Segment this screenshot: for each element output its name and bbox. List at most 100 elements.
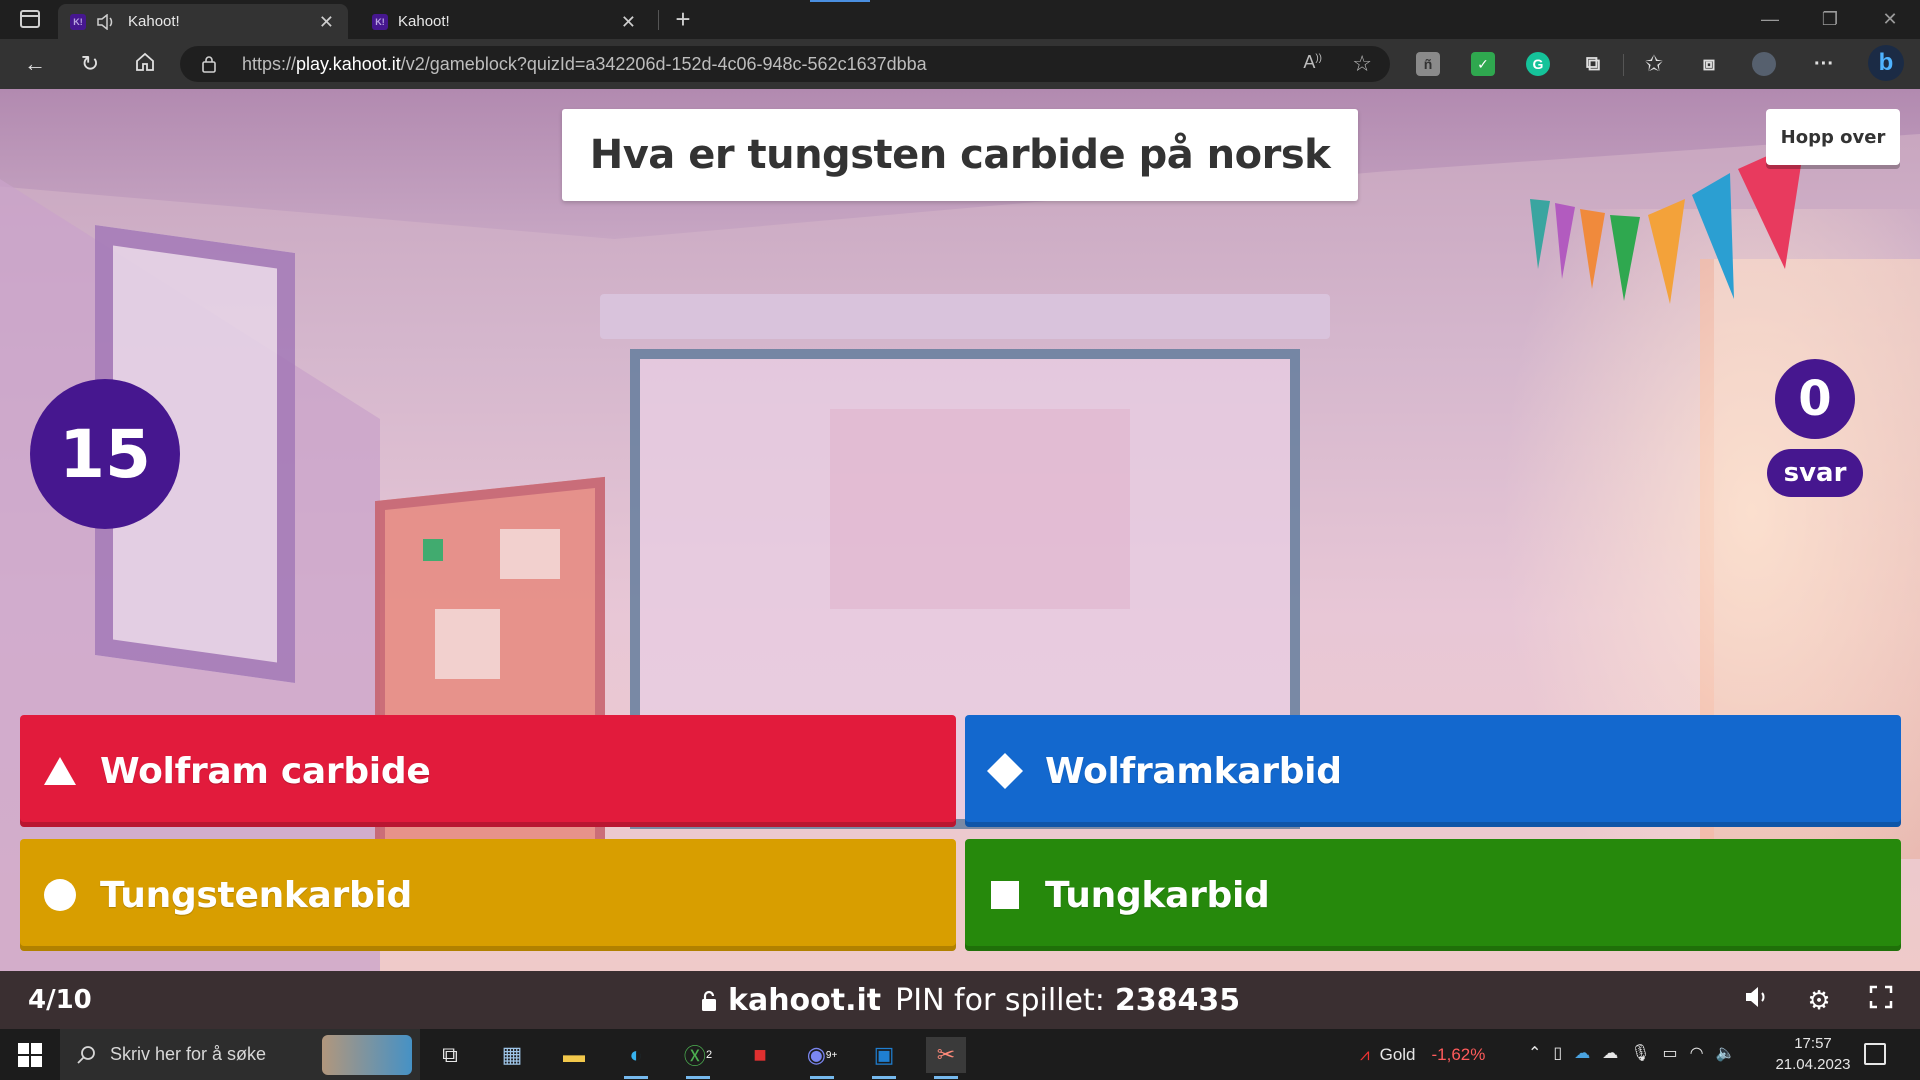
- taskbar-clock[interactable]: 17:57 21.04.2023: [1768, 1033, 1858, 1075]
- search-icon: [77, 1045, 95, 1064]
- tab-title: Kahoot!: [398, 13, 450, 30]
- onedrive-icon[interactable]: ☁: [1574, 1043, 1590, 1063]
- discord-icon[interactable]: ◉ 9+: [802, 1037, 842, 1079]
- minimize-icon[interactable]: —: [1740, 0, 1800, 39]
- answer-label: Wolfram carbide: [100, 750, 431, 792]
- game-stage: Hva er tungsten carbide på norsk Hopp ov…: [0, 89, 1920, 971]
- collections-icon[interactable]: ⧈: [1697, 52, 1721, 76]
- site-name: kahoot.it: [728, 983, 882, 1018]
- fullscreen-icon[interactable]: [1866, 985, 1896, 1015]
- kahoot-favicon-icon: K!: [372, 13, 388, 30]
- address-bar[interactable]: https://play.kahoot.it/v2/gameblock?quiz…: [180, 46, 1390, 82]
- question-text: Hva er tungsten carbide på norsk: [589, 132, 1331, 178]
- app-icon[interactable]: ▦: [492, 1037, 532, 1073]
- stock-trend-icon: ⩘: [1360, 1044, 1370, 1064]
- favorites-icon[interactable]: ✩: [1642, 51, 1666, 76]
- answer-label: Wolframkarbid: [1045, 750, 1342, 792]
- answer-option-circle[interactable]: Tungstenkarbid: [20, 839, 956, 951]
- close-tab-icon[interactable]: ✕: [319, 12, 334, 33]
- outlook-icon[interactable]: ▣: [864, 1037, 904, 1079]
- background-board-top: [600, 294, 1330, 339]
- answer-option-diamond[interactable]: Wolframkarbid: [965, 715, 1901, 827]
- extensions-puzzle-icon[interactable]: ⧉: [1581, 52, 1605, 76]
- lock-icon[interactable]: [202, 55, 216, 73]
- home-icon[interactable]: [132, 51, 158, 77]
- background-note: [423, 539, 443, 561]
- onedrive-error-icon[interactable]: ☁: [1602, 1043, 1618, 1063]
- stock-name: Gold: [1379, 1044, 1416, 1064]
- refresh-icon[interactable]: ↻: [77, 51, 103, 77]
- close-tab-icon[interactable]: ✕: [621, 12, 636, 33]
- circle-icon: [42, 877, 78, 913]
- browser-tab-bar: K! Kahoot! ✕ K! Kahoot! ✕ + — ❐ ✕: [0, 0, 1920, 39]
- speaker-icon[interactable]: [96, 12, 116, 31]
- clock-time: 17:57: [1794, 1035, 1832, 1052]
- lock-icon: [702, 990, 716, 1011]
- diamond-icon: [987, 753, 1023, 789]
- clock-date: 21.04.2023: [1775, 1056, 1851, 1073]
- windows-start-icon[interactable]: [18, 1043, 42, 1067]
- extension-icon[interactable]: ñ: [1416, 52, 1440, 76]
- snipping-tool-icon[interactable]: ✂: [926, 1037, 966, 1079]
- read-aloud-icon[interactable]: A)): [1303, 52, 1322, 73]
- notification-center-icon[interactable]: [1864, 1043, 1886, 1065]
- xbox-icon[interactable]: Ⓧ 2: [678, 1037, 718, 1079]
- bunting-decoration: [1530, 139, 1805, 304]
- windows-taskbar: Skriv her for å søke ⧉ ▦ ▬ ◐ Ⓧ 2 ■ ◉ 9+ ▣ …: [0, 1029, 1920, 1080]
- answer-option-square[interactable]: Tungkarbid: [965, 839, 1901, 951]
- tab-drag-indicator: [810, 0, 870, 2]
- microphone-icon[interactable]: 🎙: [1630, 1043, 1650, 1063]
- tab-kahoot-2[interactable]: K! Kahoot! ✕: [360, 4, 650, 39]
- tab-actions-icon[interactable]: [20, 10, 40, 28]
- countdown-timer: 15: [30, 379, 180, 529]
- answer-count: 0: [1775, 359, 1855, 439]
- background-note: [500, 529, 560, 579]
- volume-icon[interactable]: [1742, 985, 1772, 1015]
- system-tray: ⌃ ▯ ☁ ☁ 🎙 ▭ ◠ 🔈: [1528, 1043, 1736, 1063]
- question-card: Hva er tungsten carbide på norsk: [562, 109, 1358, 201]
- bing-chat-icon[interactable]: b: [1868, 45, 1904, 81]
- background-board-panel: [830, 409, 1130, 609]
- close-window-icon[interactable]: ✕: [1860, 0, 1920, 39]
- toolbar-separator: [1623, 54, 1624, 76]
- answer-count-label: svar: [1767, 449, 1863, 497]
- background-note: [435, 609, 500, 679]
- game-app-icon[interactable]: ■: [740, 1037, 780, 1073]
- grammarly-icon[interactable]: G: [1526, 52, 1550, 76]
- restore-icon[interactable]: ❐: [1800, 0, 1860, 39]
- add-favorite-icon[interactable]: ☆: [1352, 51, 1372, 77]
- profile-avatar[interactable]: [1752, 52, 1776, 76]
- battery-icon[interactable]: ▭: [1663, 1043, 1678, 1063]
- checkmark-extension-icon[interactable]: ✓: [1471, 52, 1495, 76]
- pin-label: PIN for spillet:: [895, 983, 1105, 1018]
- meet-now-icon[interactable]: ▯: [1553, 1043, 1562, 1063]
- edge-icon[interactable]: ◐: [616, 1037, 656, 1079]
- tab-kahoot-active[interactable]: K! Kahoot! ✕: [58, 4, 348, 39]
- url-text[interactable]: https://play.kahoot.it/v2/gameblock?quiz…: [242, 54, 927, 75]
- tab-title: Kahoot!: [128, 13, 180, 30]
- back-icon[interactable]: ←: [22, 51, 48, 77]
- square-icon: [987, 877, 1023, 913]
- triangle-icon: [42, 753, 78, 789]
- file-explorer-icon[interactable]: ▬: [554, 1037, 594, 1073]
- kahoot-favicon-icon: K!: [70, 13, 86, 30]
- new-tab-button[interactable]: +: [668, 4, 698, 34]
- volume-tray-icon[interactable]: 🔈: [1716, 1043, 1736, 1063]
- wifi-icon[interactable]: ◠: [1690, 1043, 1704, 1063]
- settings-gear-icon[interactable]: ⚙: [1804, 985, 1834, 1015]
- task-view-icon[interactable]: ⧉: [430, 1037, 470, 1073]
- chevron-up-icon[interactable]: ⌃: [1528, 1043, 1541, 1063]
- taskbar-search-box[interactable]: Skriv her for å søke: [60, 1029, 420, 1080]
- question-progress: 4/10: [28, 985, 92, 1015]
- window-controls: — ❐ ✕: [1740, 0, 1920, 39]
- tab-separator: [658, 10, 659, 30]
- game-footer: 4/10 kahoot.it PIN for spillet: 238435 ⚙: [0, 971, 1920, 1029]
- answer-label: Tungstenkarbid: [100, 874, 412, 916]
- game-pin: 238435: [1114, 983, 1241, 1018]
- stock-widget[interactable]: ⩘ Gold -1,62%: [1360, 1029, 1485, 1080]
- game-pin-info: kahoot.it PIN for spillet: 238435: [700, 983, 1240, 1018]
- search-highlight-image: [322, 1035, 412, 1075]
- more-menu-icon[interactable]: ···: [1812, 52, 1836, 76]
- answer-option-triangle[interactable]: Wolfram carbide: [20, 715, 956, 827]
- skip-button[interactable]: Hopp over: [1766, 109, 1900, 165]
